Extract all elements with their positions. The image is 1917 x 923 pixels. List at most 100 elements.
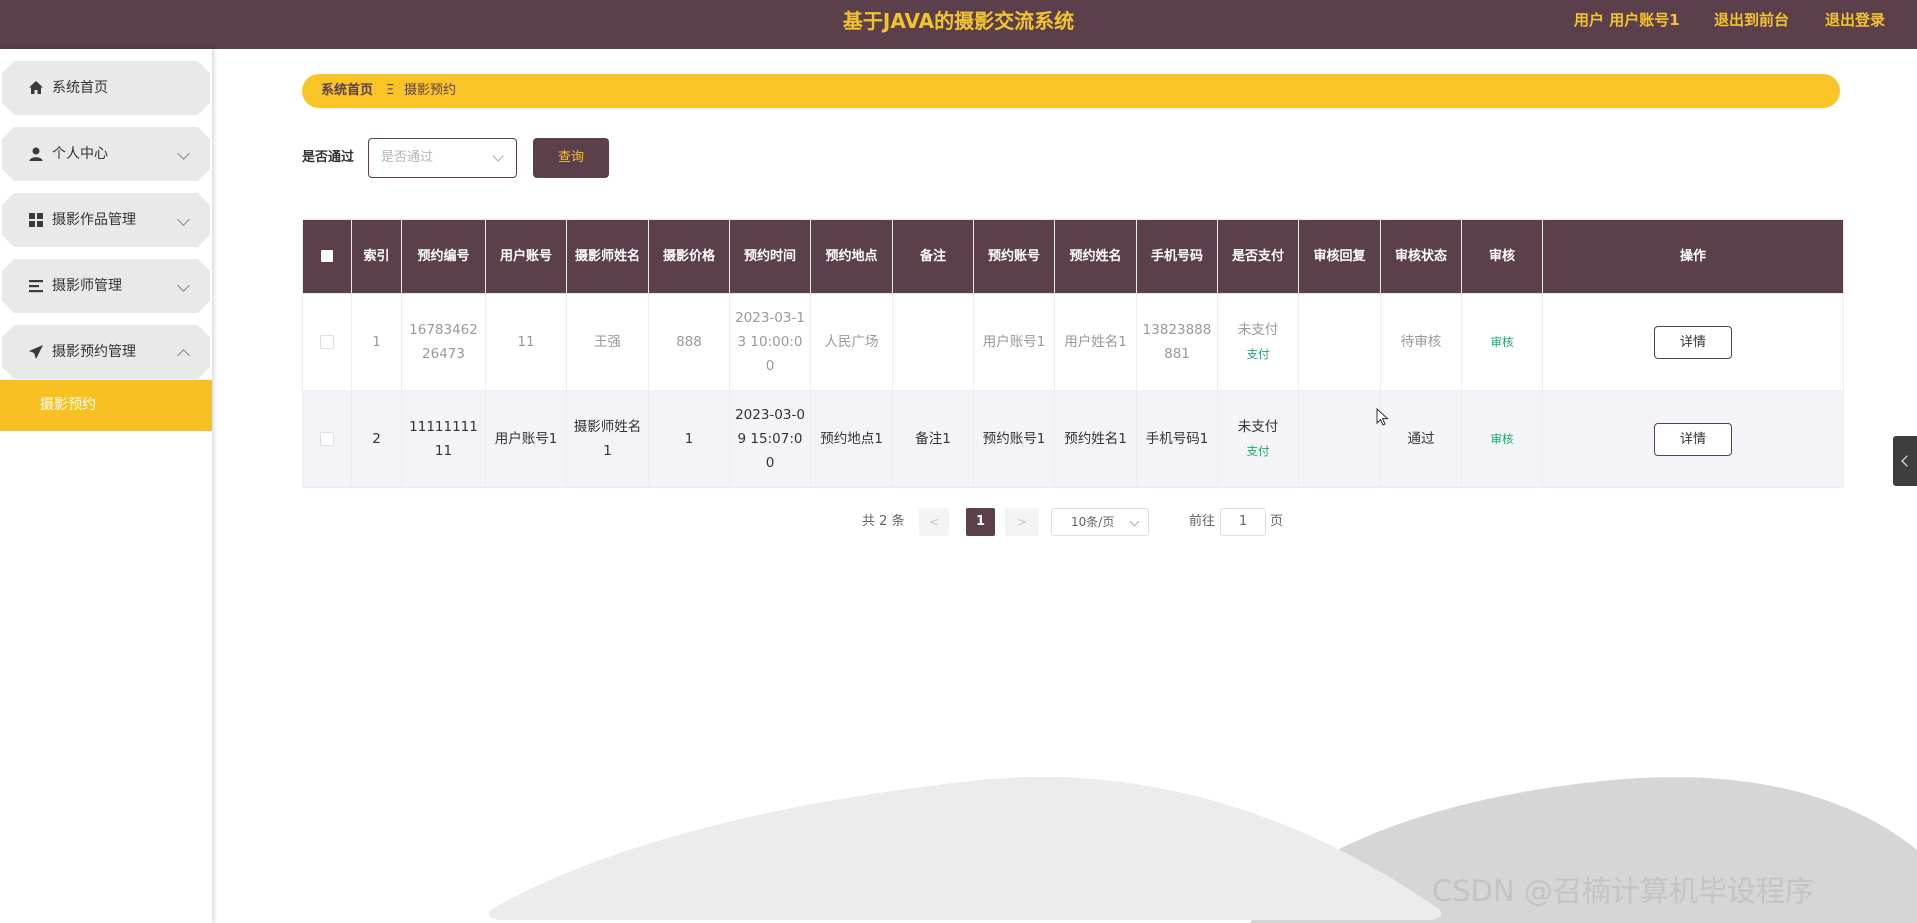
cell-index: 1 — [351, 293, 402, 391]
select-all-checkbox[interactable] — [321, 250, 333, 262]
column-header: 预约账号 — [973, 219, 1055, 294]
filter-label: 是否通过 — [302, 150, 355, 165]
breadcrumb-current: 摄影预约 — [404, 83, 457, 98]
column-header: 预约姓名 — [1054, 219, 1137, 294]
watermark: CSDN @召楠计算机毕设程序 — [1432, 874, 1814, 908]
chevron-left-icon — [1901, 455, 1913, 467]
cell-time: 2023-03-09 15:07:00 — [729, 390, 811, 488]
chevron-down-icon — [177, 279, 190, 292]
paid-status: 未支付 — [1237, 419, 1279, 435]
page-size-value: 10条/页 — [1071, 515, 1115, 529]
cell-reply — [1298, 293, 1381, 391]
top-bar: 基于JAVA的摄影交流系统 用户 用户账号1 退出到前台 退出登录 — [0, 0, 1917, 49]
cell-remark: 备注1 — [892, 390, 974, 488]
page-size-select[interactable]: 10条/页 — [1051, 508, 1149, 536]
sidebar-item-label: 摄影预约管理 — [52, 344, 136, 360]
chevron-down-icon — [492, 150, 504, 162]
audit-link[interactable]: 审核 — [1491, 335, 1514, 349]
chevron-down-icon — [177, 213, 190, 226]
column-header: 手机号码 — [1136, 219, 1218, 294]
select-all-cell[interactable] — [302, 219, 352, 294]
sidebar-item-personal-center[interactable]: 个人中心 — [2, 127, 210, 181]
pagination-next-button[interactable]: > — [1005, 508, 1039, 536]
column-header: 备注 — [892, 219, 974, 294]
sidebar-subitem-label: 摄影预约 — [40, 397, 96, 413]
audit-link[interactable]: 审核 — [1491, 432, 1514, 446]
detail-button[interactable]: 详情 — [1654, 325, 1732, 359]
column-header: 摄影价格 — [648, 219, 730, 294]
cell-booking-name: 用户姓名1 — [1054, 293, 1137, 391]
column-header: 操作 — [1542, 219, 1844, 294]
cell-index: 2 — [351, 390, 402, 488]
sidebar-item-photographer-management[interactable]: 摄影师管理 — [2, 259, 210, 313]
sidebar-item-label: 摄影师管理 — [52, 278, 122, 294]
goto-suffix: 页 — [1270, 514, 1284, 529]
sidebar-item-booking-management[interactable]: 摄影预约管理 — [2, 325, 210, 379]
cell-user-account: 11 — [485, 293, 567, 391]
grid-icon — [29, 213, 43, 227]
cell-order-no: 1678346226473 — [401, 293, 486, 391]
cell-status: 待审核 — [1380, 293, 1462, 391]
back-to-frontend-link[interactable]: 退出到前台 — [1714, 0, 1789, 40]
logout-link[interactable]: 退出登录 — [1825, 0, 1885, 40]
cell-booking-account: 用户账号1 — [973, 293, 1055, 391]
sidebar-item-label: 系统首页 — [52, 80, 108, 96]
side-panel-toggle[interactable] — [1893, 436, 1917, 486]
cell-paid: 未支付 支付 — [1217, 293, 1299, 391]
detail-button[interactable]: 详情 — [1654, 422, 1732, 456]
cell-time: 2023-03-13 10:00:00 — [729, 293, 811, 391]
column-header: 是否支付 — [1217, 219, 1299, 294]
sidebar-subitem-booking[interactable]: 摄影预约 — [0, 380, 212, 431]
sidebar-item-label: 个人中心 — [52, 146, 108, 162]
pagination-page-1[interactable]: 1 — [966, 508, 995, 536]
cell-user-account: 用户账号1 — [485, 390, 567, 488]
pay-link[interactable]: 支付 — [1222, 342, 1294, 366]
breadcrumb-home[interactable]: 系统首页 — [321, 74, 373, 108]
row-checkbox[interactable] — [320, 335, 334, 349]
pagination-total: 共 2 条 — [862, 514, 905, 529]
column-header: 用户账号 — [485, 219, 567, 294]
sidebar-item-works-management[interactable]: 摄影作品管理 — [2, 193, 210, 247]
cell-reply — [1298, 390, 1381, 488]
cell-booking-name: 预约姓名1 — [1054, 390, 1137, 488]
row-checkbox[interactable] — [320, 432, 334, 446]
goto-label: 前往 — [1189, 514, 1216, 529]
column-header: 审核 — [1461, 219, 1543, 294]
user-icon — [29, 147, 43, 161]
booking-table: 索引 预约编号 用户账号 摄影师姓名 摄影价格 预约时间 预约地点 备注 预约账… — [302, 219, 1844, 488]
mouse-cursor-icon — [1376, 408, 1389, 426]
query-button[interactable]: 查询 — [533, 138, 609, 178]
table-row: 2 1111111111 用户账号1 摄影师姓名1 1 2023-03-09 1… — [302, 390, 1844, 488]
pay-link[interactable]: 支付 — [1222, 439, 1294, 463]
send-icon — [29, 345, 43, 359]
chevron-up-icon — [177, 349, 190, 362]
cell-remark — [892, 293, 974, 391]
home-icon — [29, 81, 43, 94]
table-row: 1 1678346226473 11 王强 888 2023-03-13 10:… — [302, 293, 1844, 391]
cell-status: 通过 — [1380, 390, 1462, 488]
table-header-row: 索引 预约编号 用户账号 摄影师姓名 摄影价格 预约时间 预约地点 备注 预约账… — [302, 219, 1844, 294]
column-header: 摄影师姓名 — [566, 219, 649, 294]
cell-phone: 手机号码1 — [1136, 390, 1218, 488]
column-header: 索引 — [351, 219, 402, 294]
cell-photographer: 王强 — [566, 293, 649, 391]
column-header: 预约地点 — [810, 219, 893, 294]
cell-place: 预约地点1 — [810, 390, 893, 488]
column-header: 审核状态 — [1380, 219, 1462, 294]
breadcrumb: 系统首页 Ξ 摄影预约 — [302, 74, 1840, 108]
goto-page-input[interactable]: 1 — [1220, 508, 1266, 536]
cell-paid: 未支付 支付 — [1217, 390, 1299, 488]
column-header: 预约时间 — [729, 219, 811, 294]
select-placeholder: 是否通过 — [381, 150, 434, 165]
breadcrumb-separator: Ξ — [386, 83, 395, 98]
cell-price: 1 — [648, 390, 730, 488]
chevron-down-icon — [1129, 516, 1140, 527]
sidebar-item-home[interactable]: 系统首页 — [2, 61, 210, 115]
column-header: 预约编号 — [401, 219, 486, 294]
cell-place: 人民广场 — [810, 293, 893, 391]
current-user-label: 用户 用户账号1 — [1574, 11, 1680, 29]
approval-filter-select[interactable]: 是否通过 — [368, 138, 517, 178]
pagination-prev-button[interactable]: < — [919, 508, 949, 536]
list-icon — [29, 280, 43, 293]
cell-order-no: 1111111111 — [401, 390, 486, 488]
